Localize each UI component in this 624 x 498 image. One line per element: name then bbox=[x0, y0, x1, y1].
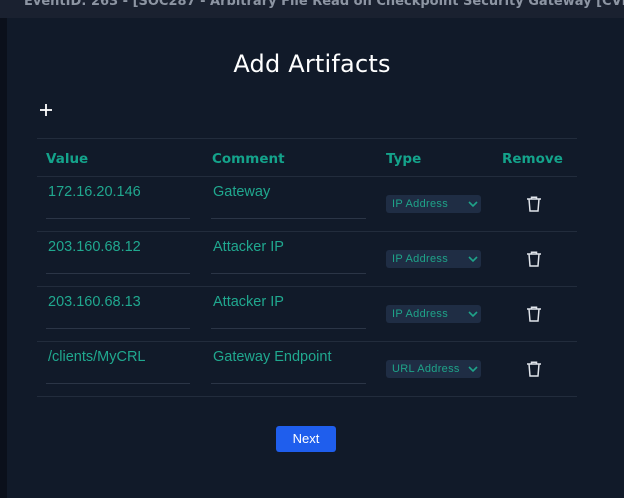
value-input[interactable]: 203.160.68.13 bbox=[46, 291, 190, 329]
type-select[interactable]: IP Address bbox=[386, 305, 481, 323]
trash-icon bbox=[527, 361, 541, 377]
comment-input[interactable]: Gateway bbox=[211, 181, 366, 219]
remove-artifact-button[interactable] bbox=[524, 249, 544, 269]
table-row: 203.160.68.12 Attacker IP IP Address bbox=[37, 232, 577, 287]
type-select[interactable]: IP Address bbox=[386, 195, 481, 213]
row-divider bbox=[37, 396, 577, 397]
type-select[interactable]: URL Address bbox=[386, 360, 481, 378]
trash-icon bbox=[527, 306, 541, 322]
remove-artifact-button[interactable] bbox=[524, 359, 544, 379]
table-row: 203.160.68.13 Attacker IP IP Address bbox=[37, 287, 577, 342]
header-remove: Remove bbox=[502, 151, 563, 167]
value-input[interactable]: 203.160.68.12 bbox=[46, 236, 190, 274]
comment-input[interactable]: Gateway Endpoint bbox=[211, 346, 366, 384]
value-input[interactable]: 172.16.20.146 bbox=[46, 181, 190, 219]
chevron-down-icon bbox=[468, 366, 478, 373]
remove-artifact-button[interactable] bbox=[524, 304, 544, 324]
comment-input[interactable]: Attacker IP bbox=[211, 236, 366, 274]
add-artifacts-modal: Add Artifacts Value Comment Type Remove … bbox=[7, 18, 624, 498]
window-title-bar: EventID: 263 - [SOC287 - Arbitrary File … bbox=[0, 0, 624, 18]
chevron-down-icon bbox=[468, 256, 478, 263]
comment-input[interactable]: Attacker IP bbox=[211, 291, 366, 329]
trash-icon bbox=[527, 196, 541, 212]
table-top-divider bbox=[37, 138, 577, 139]
header-type: Type bbox=[386, 151, 422, 167]
event-title: EventID: 263 - [SOC287 - Arbitrary File … bbox=[24, 0, 624, 9]
type-select[interactable]: IP Address bbox=[386, 250, 481, 268]
background-edge bbox=[0, 18, 7, 498]
add-artifact-button[interactable] bbox=[37, 98, 55, 118]
plus-icon bbox=[40, 103, 52, 116]
table-row: 172.16.20.146 Gateway IP Address bbox=[37, 177, 577, 232]
type-select-value: URL Address bbox=[392, 363, 460, 375]
type-select-value: IP Address bbox=[392, 253, 448, 265]
table-row: /clients/MyCRL Gateway Endpoint URL Addr… bbox=[37, 342, 577, 397]
chevron-down-icon bbox=[468, 201, 478, 208]
type-select-value: IP Address bbox=[392, 198, 448, 210]
chevron-down-icon bbox=[468, 311, 478, 318]
trash-icon bbox=[527, 251, 541, 267]
next-button[interactable]: Next bbox=[276, 426, 336, 452]
modal-title: Add Artifacts bbox=[233, 50, 391, 78]
value-input[interactable]: /clients/MyCRL bbox=[46, 346, 190, 384]
type-select-value: IP Address bbox=[392, 308, 448, 320]
remove-artifact-button[interactable] bbox=[524, 194, 544, 214]
header-comment: Comment bbox=[212, 151, 285, 167]
header-value: Value bbox=[46, 151, 89, 167]
